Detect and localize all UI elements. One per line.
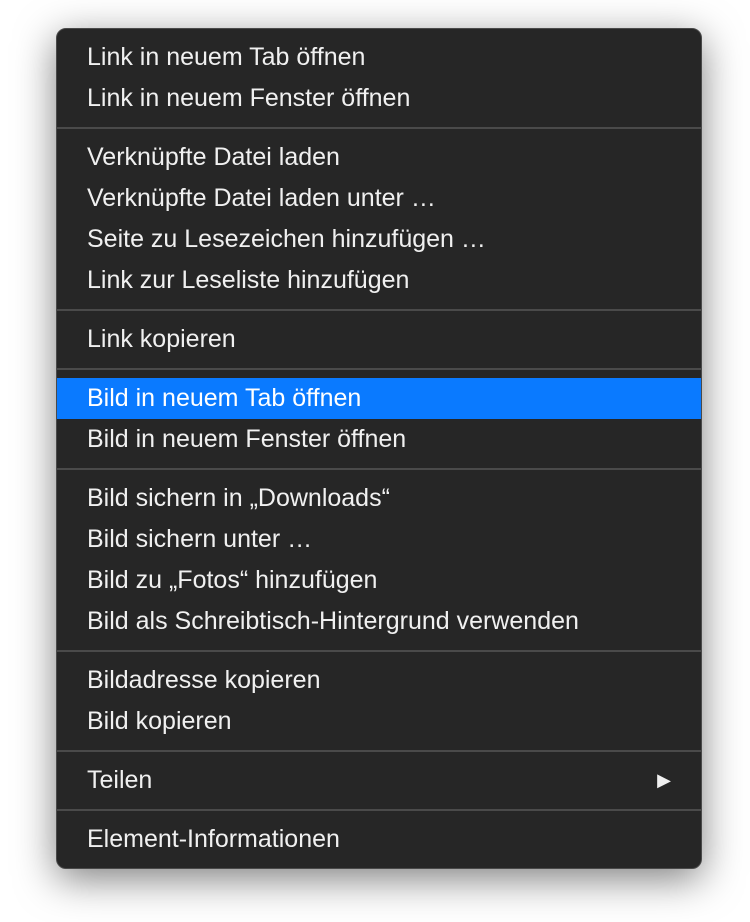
menu-item-add-image-to-photos[interactable]: Bild zu „Fotos“ hinzufügen xyxy=(57,560,701,601)
menu-item-label: Link in neuem Tab öffnen xyxy=(87,40,365,75)
menu-item-download-linked-file[interactable]: Verknüpfte Datei laden xyxy=(57,137,701,178)
menu-item-label: Bild sichern unter … xyxy=(87,522,312,557)
menu-separator xyxy=(57,309,701,311)
menu-separator xyxy=(57,127,701,129)
menu-item-label: Link in neuem Fenster öffnen xyxy=(87,81,410,116)
menu-item-use-image-as-desktop[interactable]: Bild als Schreibtisch-Hintergrund verwen… xyxy=(57,601,701,642)
context-menu: Link in neuem Tab öffnen Link in neuem Fe… xyxy=(56,28,702,869)
menu-item-label: Bild in neuem Tab öffnen xyxy=(87,381,361,416)
menu-separator xyxy=(57,750,701,752)
menu-item-inspect-element[interactable]: Element-Informationen xyxy=(57,819,701,860)
menu-item-label: Teilen xyxy=(87,763,152,798)
menu-item-open-image-new-tab[interactable]: Bild in neuem Tab öffnen xyxy=(57,378,701,419)
menu-separator xyxy=(57,368,701,370)
menu-item-open-image-new-window[interactable]: Bild in neuem Fenster öffnen xyxy=(57,419,701,460)
menu-item-label: Bild als Schreibtisch-Hintergrund verwen… xyxy=(87,604,579,639)
menu-item-label: Seite zu Lesezeichen hinzufügen … xyxy=(87,222,486,257)
menu-item-label: Element-Informationen xyxy=(87,822,340,857)
menu-separator xyxy=(57,809,701,811)
menu-item-label: Bild kopieren xyxy=(87,704,232,739)
submenu-arrow-icon: ▶ xyxy=(657,768,671,793)
menu-item-add-page-to-bookmarks[interactable]: Seite zu Lesezeichen hinzufügen … xyxy=(57,219,701,260)
menu-item-download-linked-file-as[interactable]: Verknüpfte Datei laden unter … xyxy=(57,178,701,219)
menu-item-open-link-new-window[interactable]: Link in neuem Fenster öffnen xyxy=(57,78,701,119)
menu-item-label: Link zur Leseliste hinzufügen xyxy=(87,263,409,298)
menu-item-open-link-new-tab[interactable]: Link in neuem Tab öffnen xyxy=(57,37,701,78)
menu-separator xyxy=(57,650,701,652)
menu-item-copy-image[interactable]: Bild kopieren xyxy=(57,701,701,742)
menu-item-save-image-to-downloads[interactable]: Bild sichern in „Downloads“ xyxy=(57,478,701,519)
menu-item-label: Bild sichern in „Downloads“ xyxy=(87,481,390,516)
menu-item-share[interactable]: Teilen ▶ xyxy=(57,760,701,801)
menu-item-label: Verknüpfte Datei laden unter … xyxy=(87,181,436,216)
menu-item-label: Bildadresse kopieren xyxy=(87,663,320,698)
menu-item-copy-link[interactable]: Link kopieren xyxy=(57,319,701,360)
menu-separator xyxy=(57,468,701,470)
menu-item-label: Link kopieren xyxy=(87,322,236,357)
menu-item-label: Verknüpfte Datei laden xyxy=(87,140,340,175)
menu-item-save-image-as[interactable]: Bild sichern unter … xyxy=(57,519,701,560)
menu-item-label: Bild in neuem Fenster öffnen xyxy=(87,422,406,457)
menu-item-add-link-to-reading-list[interactable]: Link zur Leseliste hinzufügen xyxy=(57,260,701,301)
menu-item-label: Bild zu „Fotos“ hinzufügen xyxy=(87,563,377,598)
menu-item-copy-image-address[interactable]: Bildadresse kopieren xyxy=(57,660,701,701)
